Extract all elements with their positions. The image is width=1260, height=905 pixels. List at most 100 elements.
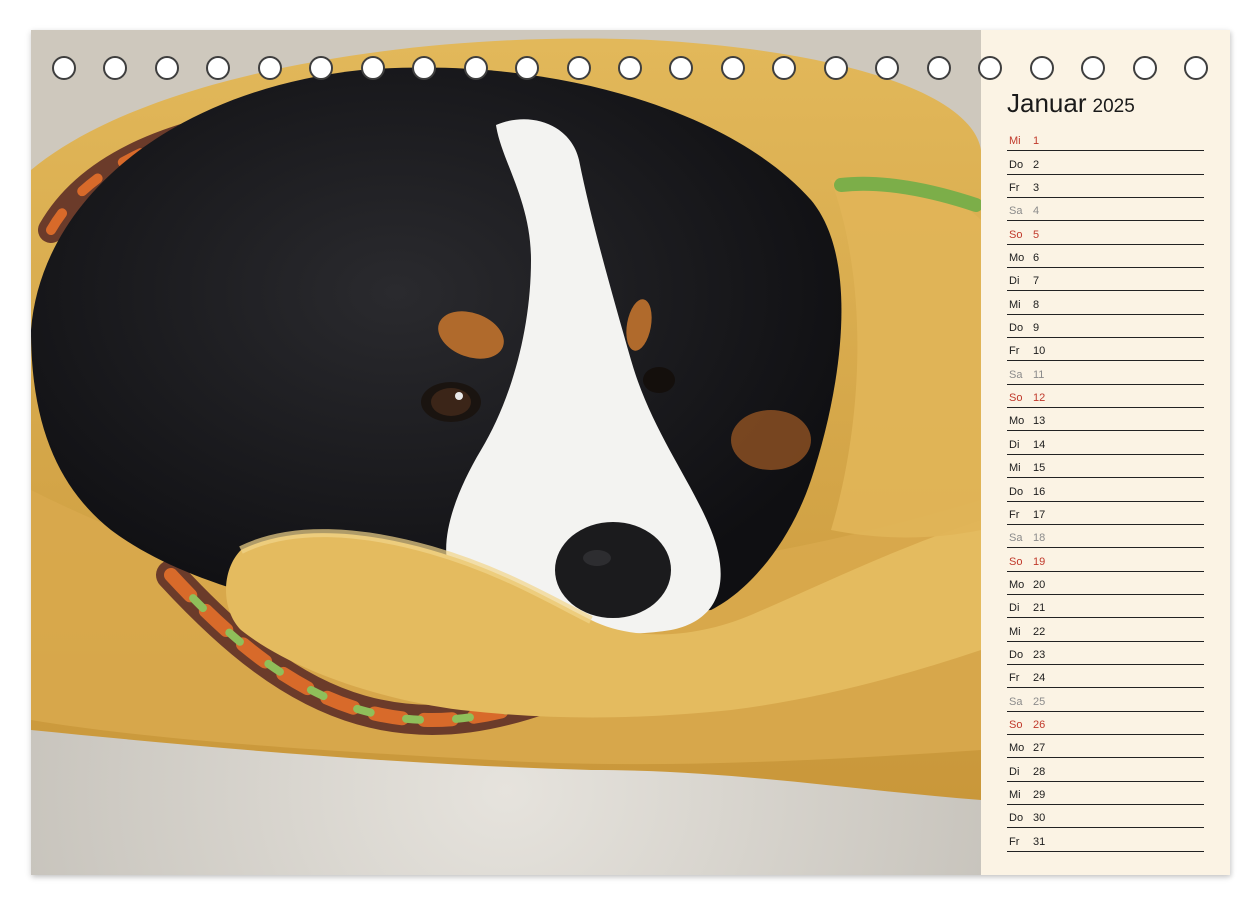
weekday-label: Fr <box>1009 508 1020 521</box>
weekday-label: Do <box>1009 648 1024 661</box>
binding-ring <box>257 56 282 80</box>
day-row: So 12 <box>1007 385 1204 409</box>
day-number: 1 <box>1033 135 1040 148</box>
day-number: 6 <box>1033 252 1040 265</box>
calendar-page: Januar 2025 Mi 1 Do 2 Fr 3 Sa 4 So 5 Mo 6 Di 7 Mi 8 Do 9 Fr… <box>31 30 1230 875</box>
puppy-eye-right <box>643 367 675 393</box>
day-number: 31 <box>1033 835 1046 848</box>
day-list: Mi 1 Do 2 Fr 3 Sa 4 So 5 Mo 6 Di 7 Mi 8 Do 9 Fr 10 Sa 11 So 12 M… <box>1007 128 1204 852</box>
weekday-label: Sa <box>1009 532 1023 545</box>
binding-ring <box>515 56 540 80</box>
binding-ring <box>463 56 488 80</box>
day-row: Mo 20 <box>1007 572 1204 595</box>
day-number: 10 <box>1033 345 1046 358</box>
weekday-label: Mi <box>1009 135 1021 148</box>
binding-ring <box>926 56 951 80</box>
day-number: 29 <box>1033 788 1046 801</box>
weekday-label: Sa <box>1009 695 1023 708</box>
binding-ring <box>412 56 437 80</box>
day-row: Fr 10 <box>1007 338 1204 362</box>
day-row: Do 16 <box>1007 478 1204 502</box>
weekday-label: Do <box>1009 485 1024 498</box>
binding-ring <box>52 56 76 80</box>
day-number: 17 <box>1033 508 1046 521</box>
weekday-label: Mi <box>1009 788 1021 801</box>
day-row: Mi 15 <box>1007 455 1204 479</box>
month-title: Januar 2025 <box>1007 88 1135 119</box>
binding-ring <box>566 56 591 80</box>
day-row: Di 14 <box>1007 431 1204 455</box>
weekday-label: Sa <box>1009 368 1023 381</box>
binding-ring <box>720 56 745 80</box>
puppy-nose <box>555 522 671 618</box>
binding-ring <box>154 56 179 80</box>
day-number: 30 <box>1033 812 1046 825</box>
day-row: Mo 27 <box>1007 735 1204 759</box>
day-row: So 26 <box>1007 712 1204 735</box>
weekday-label: So <box>1009 228 1023 241</box>
weekday-label: Di <box>1009 765 1020 778</box>
day-row: Mi 1 <box>1007 128 1204 152</box>
day-number: 20 <box>1033 578 1046 591</box>
day-number: 11 <box>1033 368 1045 381</box>
day-number: 19 <box>1033 555 1046 568</box>
day-number: 12 <box>1033 392 1046 405</box>
day-row: Sa 18 <box>1007 525 1204 549</box>
puppy-illustration <box>31 30 981 875</box>
day-row: Sa 4 <box>1007 198 1204 222</box>
day-row: Mi 29 <box>1007 782 1204 805</box>
day-row: Mi 8 <box>1007 291 1204 315</box>
weekday-label: Fr <box>1009 835 1020 848</box>
binding-ring <box>978 56 1003 80</box>
day-row: Di 21 <box>1007 595 1204 619</box>
weekday-label: Di <box>1009 275 1020 288</box>
calendar-column: Januar 2025 Mi 1 Do 2 Fr 3 Sa 4 So 5 Mo 6 Di 7 Mi 8 Do 9 Fr… <box>1007 30 1230 875</box>
day-row: Do 30 <box>1007 805 1204 829</box>
day-row: Sa 11 <box>1007 361 1204 385</box>
day-row: Mo 6 <box>1007 245 1204 269</box>
weekday-label: Fr <box>1009 345 1020 358</box>
weekday-label: Do <box>1009 812 1024 825</box>
weekday-label: So <box>1009 392 1023 405</box>
weekday-label: Mo <box>1009 578 1025 591</box>
day-row: Do 2 <box>1007 151 1204 175</box>
day-number: 14 <box>1033 438 1046 451</box>
weekday-label: Mo <box>1009 415 1025 428</box>
day-number: 28 <box>1033 765 1046 778</box>
weekday-label: Di <box>1009 602 1020 615</box>
day-number: 4 <box>1033 205 1040 218</box>
weekday-label: Mo <box>1009 252 1025 265</box>
day-number: 5 <box>1033 228 1040 241</box>
binding-ring <box>823 56 848 80</box>
day-number: 16 <box>1033 485 1046 498</box>
weekday-label: So <box>1009 555 1023 568</box>
weekday-label: Mi <box>1009 298 1021 311</box>
day-number: 18 <box>1033 532 1046 545</box>
day-number: 2 <box>1033 158 1040 171</box>
binding-ring <box>618 56 642 80</box>
month-year: 2025 <box>1092 96 1135 117</box>
day-row: Sa 25 <box>1007 688 1204 712</box>
day-row: So 19 <box>1007 548 1204 572</box>
day-row: Do 23 <box>1007 642 1204 665</box>
weekday-label: Fr <box>1009 672 1020 685</box>
day-number: 23 <box>1033 648 1046 661</box>
day-number: 25 <box>1033 695 1046 708</box>
day-number: 15 <box>1033 462 1046 475</box>
day-row: Di 28 <box>1007 758 1204 782</box>
day-number: 3 <box>1033 182 1040 195</box>
weekday-label: Mi <box>1009 462 1021 475</box>
puppy-photo <box>31 30 981 875</box>
puppy-head <box>31 67 842 630</box>
weekday-label: Do <box>1009 158 1024 171</box>
day-row: Di 7 <box>1007 268 1204 292</box>
day-number: 22 <box>1033 625 1046 638</box>
day-row: Fr 31 <box>1007 828 1204 852</box>
day-row: Fr 24 <box>1007 665 1204 689</box>
weekday-label: Di <box>1009 438 1020 451</box>
day-row: Mi 22 <box>1007 618 1204 642</box>
weekday-label: Fr <box>1009 182 1020 195</box>
month-name: Januar <box>1007 88 1087 118</box>
day-number: 9 <box>1033 322 1040 335</box>
weekday-label: Sa <box>1009 205 1023 218</box>
